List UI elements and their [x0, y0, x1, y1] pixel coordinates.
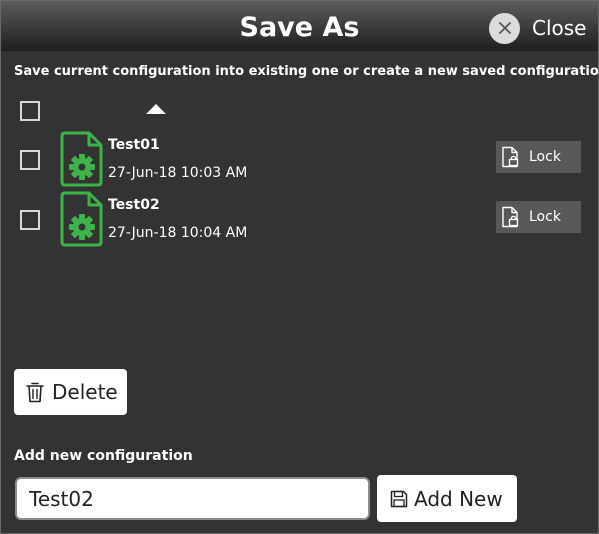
- list-item[interactable]: Test02 27-Jun-18 10:04 AM Lock: [1, 191, 598, 251]
- trash-icon: [26, 382, 44, 403]
- row-checkbox[interactable]: [20, 150, 40, 170]
- lock-icon: [502, 206, 519, 228]
- delete-button[interactable]: Delete: [14, 369, 127, 415]
- lock-button[interactable]: Lock: [496, 141, 581, 173]
- config-date: 27-Jun-18 10:04 AM: [108, 225, 248, 241]
- close-button[interactable]: Close: [489, 12, 586, 44]
- configuration-name-input[interactable]: [15, 477, 370, 520]
- config-date: 27-Jun-18 10:03 AM: [108, 165, 248, 181]
- select-all-checkbox[interactable]: [20, 101, 40, 121]
- row-checkbox[interactable]: [20, 210, 40, 230]
- close-label: Close: [532, 16, 587, 40]
- dialog-description: Save current configuration into existing…: [14, 64, 599, 79]
- config-file-icon: [60, 191, 103, 247]
- config-file-icon: [60, 131, 103, 187]
- title-bar: Save As Close: [1, 1, 598, 51]
- floppy-disk-icon: [390, 490, 408, 507]
- lock-button[interactable]: Lock: [496, 201, 581, 233]
- lock-label: Lock: [529, 209, 561, 225]
- lock-label: Lock: [529, 149, 561, 165]
- config-name: Test02: [108, 197, 160, 213]
- close-icon: [489, 12, 520, 44]
- add-new-button[interactable]: Add New: [377, 475, 517, 522]
- delete-label: Delete: [52, 380, 118, 404]
- config-name: Test01: [108, 137, 160, 153]
- lock-icon: [502, 146, 519, 168]
- save-as-dialog: Save As Close Save current configuration…: [0, 0, 599, 534]
- add-new-label: Add New: [414, 486, 503, 511]
- list-item[interactable]: Test01 27-Jun-18 10:03 AM Lock: [1, 131, 598, 191]
- sort-up-icon[interactable]: [146, 104, 166, 114]
- add-new-configuration-label: Add new configuration: [14, 448, 193, 464]
